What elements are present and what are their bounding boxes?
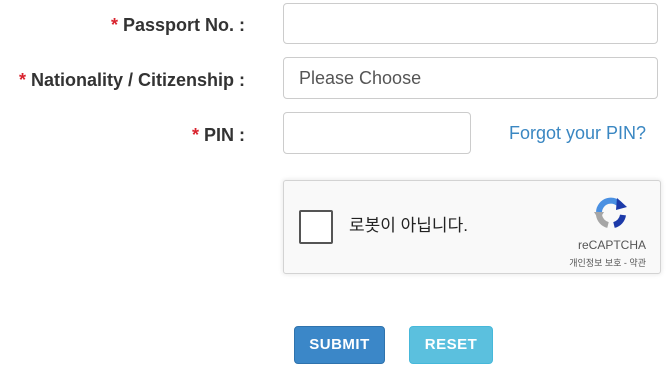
- required-asterisk: *: [191, 125, 199, 145]
- recaptcha-brand: reCAPTCHA: [577, 238, 646, 252]
- nationality-label: * Nationality / Citizenship :: [19, 69, 245, 91]
- pin-label: * PIN :: [192, 124, 245, 146]
- required-asterisk: *: [110, 15, 118, 35]
- login-form: * Passport No. : * Nationality / Citizensh…: [0, 0, 670, 374]
- recaptcha-privacy-terms-link[interactable]: 개인정보 보호 - 약관: [569, 256, 646, 269]
- recaptcha-checkbox-label: 로봇이 아닙니다.: [349, 216, 468, 235]
- nationality-select[interactable]: Please Choose: [283, 57, 658, 99]
- nationality-selected-value: Please Choose: [299, 68, 422, 88]
- reset-button[interactable]: RESET: [409, 326, 493, 364]
- forgot-pin-link[interactable]: Forgot your PIN?: [509, 122, 646, 144]
- required-asterisk: *: [18, 70, 26, 90]
- passport-input[interactable]: [283, 3, 658, 44]
- pin-label-text: PIN :: [203, 125, 245, 145]
- pin-input[interactable]: [283, 112, 471, 154]
- recaptcha-widget: 로봇이 아닙니다. reCAPTCHA 개인정보 보호 - 약관: [283, 180, 661, 274]
- nationality-label-text: Nationality / Citizenship :: [30, 70, 245, 90]
- passport-label: * Passport No. :: [111, 14, 245, 36]
- passport-label-text: Passport No. :: [122, 15, 245, 35]
- submit-button[interactable]: SUBMIT: [294, 326, 385, 364]
- recaptcha-checkbox[interactable]: [299, 210, 333, 244]
- recaptcha-logo-icon: [594, 197, 627, 228]
